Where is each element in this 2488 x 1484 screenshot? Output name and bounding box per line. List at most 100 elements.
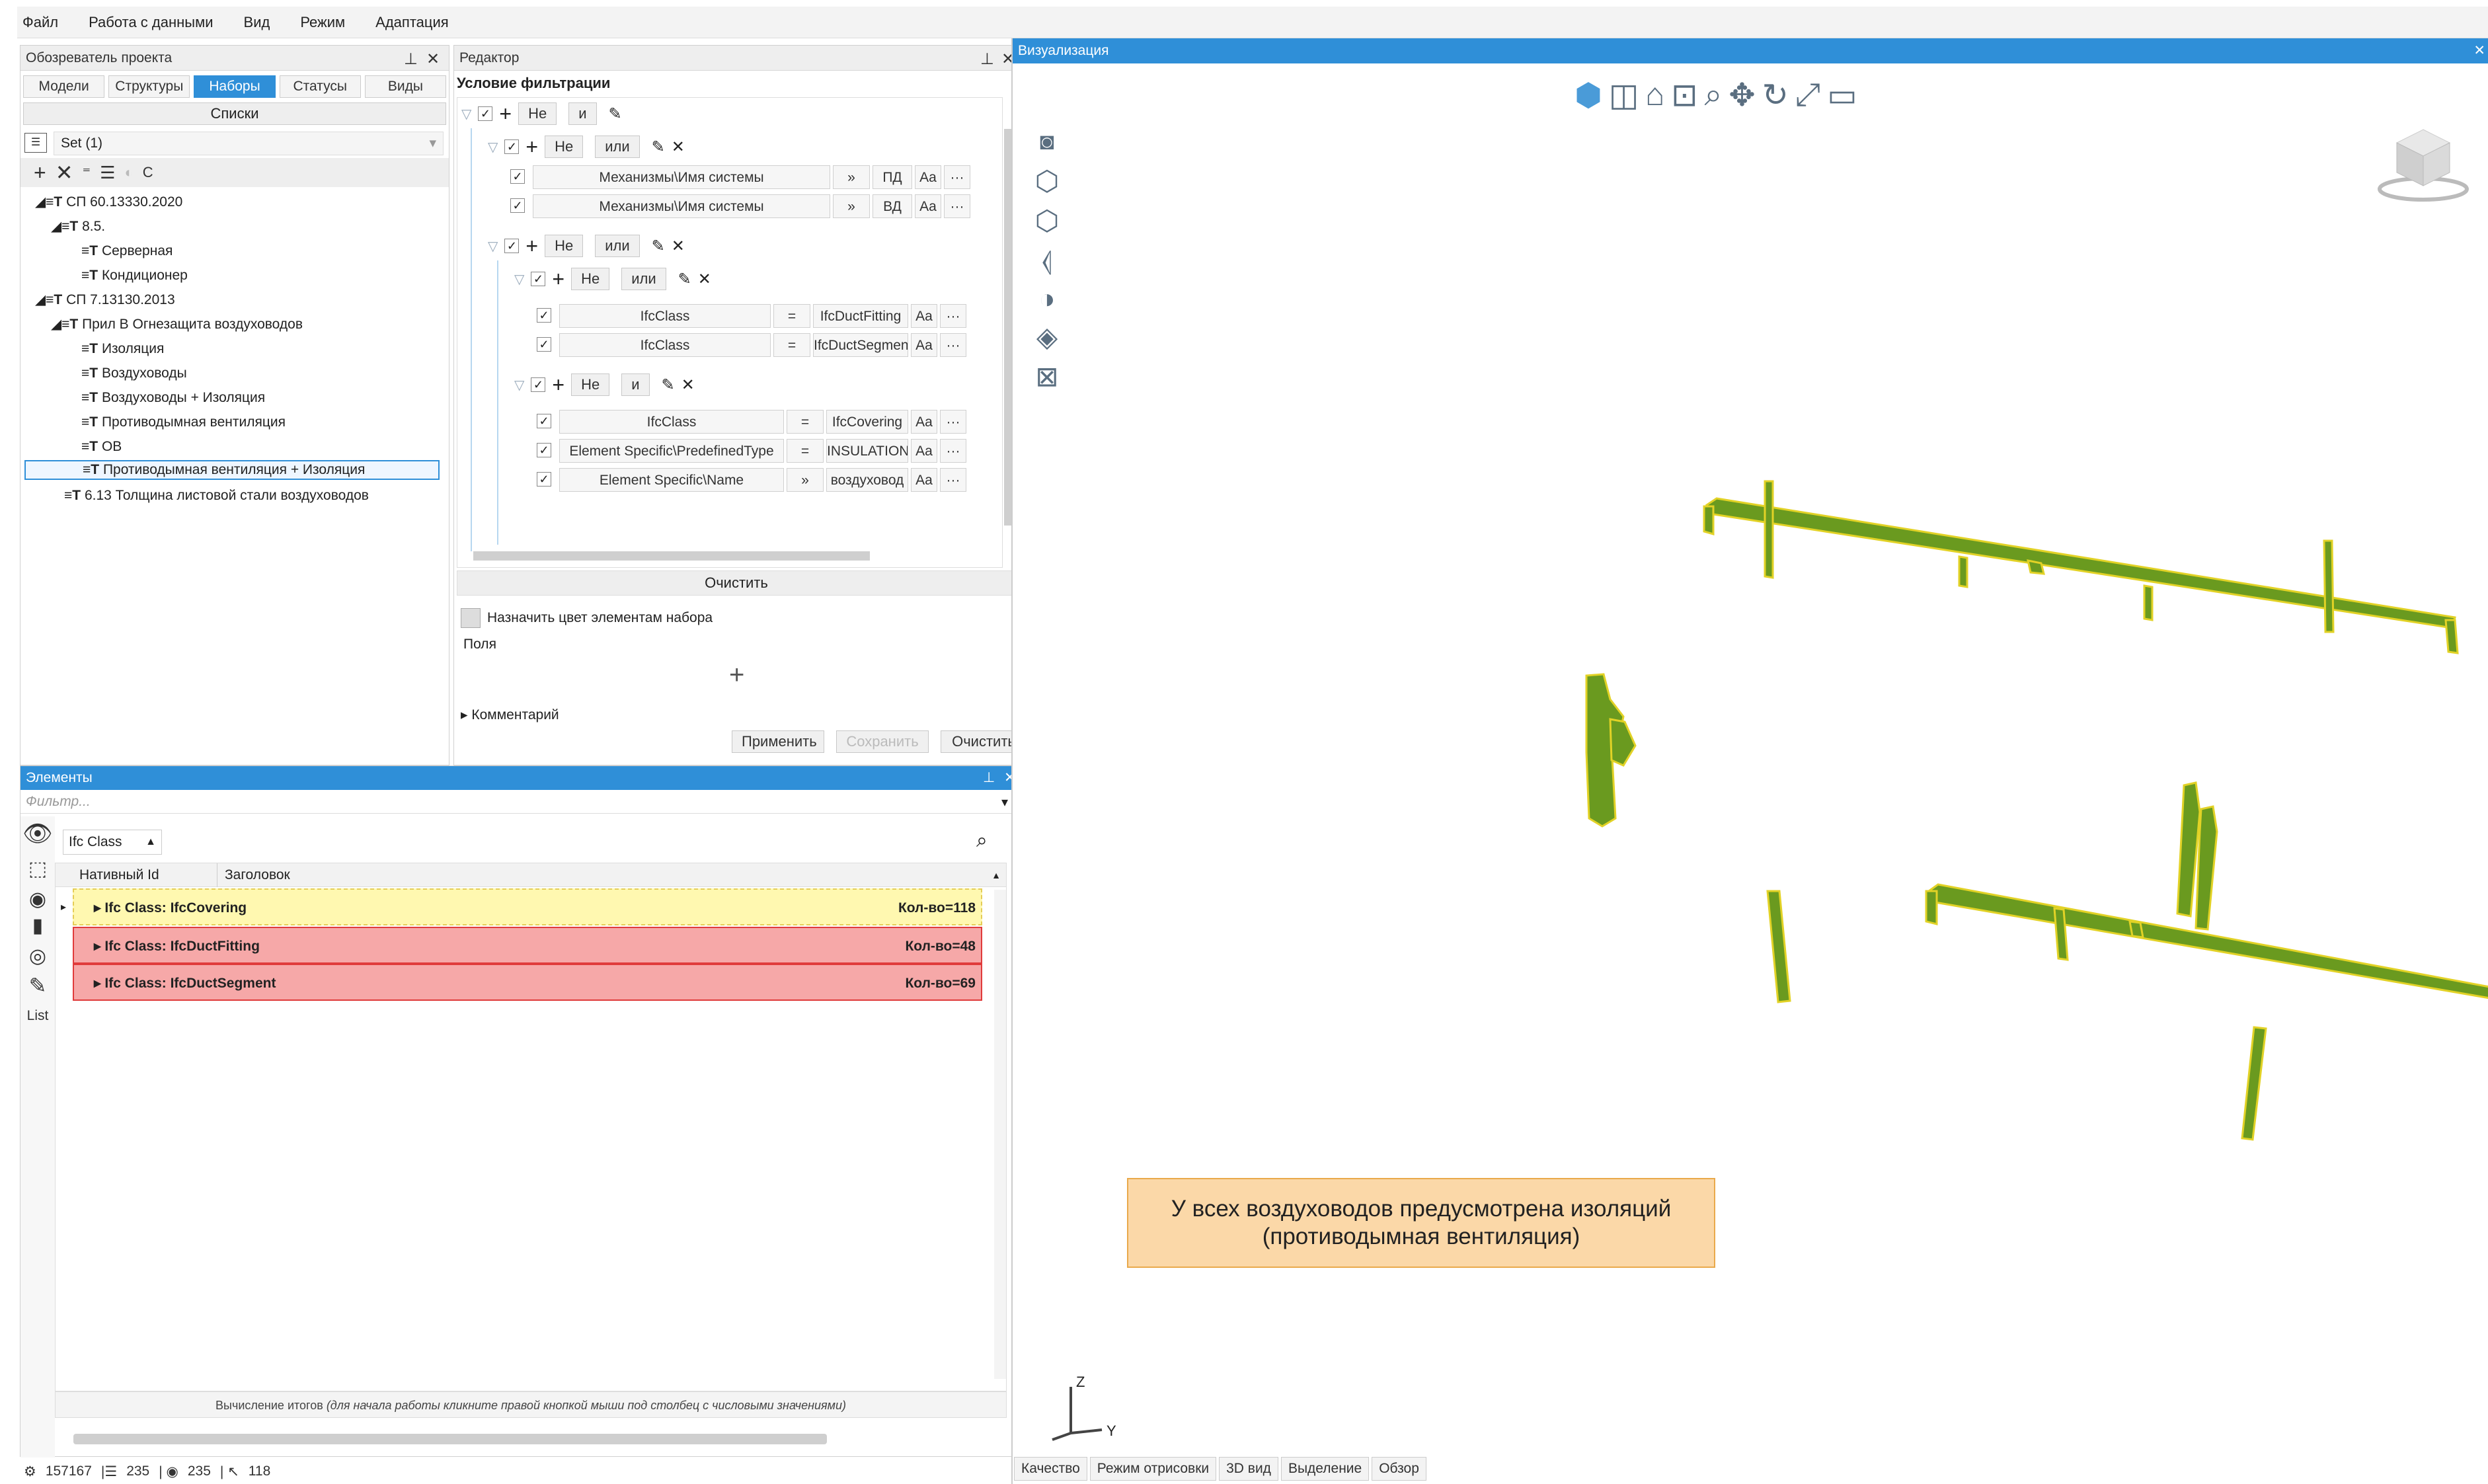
- collapse-icon[interactable]: ▽: [461, 106, 471, 122]
- table-row[interactable]: ▸ Ifc Class: IfcDuctFitting Кол-во=48: [73, 927, 982, 964]
- more-cell[interactable]: ···: [944, 165, 970, 189]
- close-icon[interactable]: ✕: [426, 50, 440, 69]
- tab-selection[interactable]: Выделение: [1280, 1457, 1370, 1481]
- collapse-icon[interactable]: ▽: [488, 238, 498, 254]
- tree-node[interactable]: ≡T Изоляция: [81, 339, 164, 359]
- row-checkbox[interactable]: ✓: [537, 308, 551, 323]
- row-checkbox[interactable]: ✓: [537, 443, 551, 457]
- tab-3d-view[interactable]: 3D вид: [1219, 1457, 1278, 1481]
- clipboard-icon[interactable]: ▮: [20, 909, 55, 943]
- field-cell[interactable]: Механизмы\Имя системы: [533, 194, 830, 218]
- op-cell[interactable]: =: [773, 304, 810, 328]
- and-button[interactable]: и: [621, 373, 650, 396]
- add-condition-icon[interactable]: +: [499, 102, 512, 126]
- more-cell[interactable]: ···: [940, 333, 966, 357]
- pin-icon[interactable]: ⊥: [980, 50, 994, 69]
- or-button[interactable]: или: [595, 136, 640, 158]
- menu-file[interactable]: Файл: [22, 14, 58, 31]
- field-cell[interactable]: Механизмы\Имя системы: [533, 165, 830, 189]
- list-label[interactable]: List: [20, 999, 55, 1033]
- group-checkbox[interactable]: ✓: [531, 377, 546, 392]
- case-cell[interactable]: Aa: [915, 194, 941, 218]
- tree-node[interactable]: ≡T Воздуховоды + Изоляция: [81, 388, 265, 408]
- row-checkbox[interactable]: ✓: [510, 198, 525, 213]
- group-checkbox[interactable]: ✓: [531, 272, 546, 286]
- tab-sets[interactable]: Наборы: [194, 75, 276, 98]
- value-cell[interactable]: ВД: [873, 194, 912, 218]
- group-checkbox[interactable]: ✓: [504, 139, 520, 154]
- group-checkbox[interactable]: ✓: [504, 239, 520, 253]
- edit-icon[interactable]: ✎: [652, 137, 665, 157]
- edit-icon[interactable]: ✎: [652, 237, 665, 256]
- table-vscrollbar[interactable]: [994, 890, 1006, 1379]
- delete-group-icon[interactable]: ✕: [672, 237, 685, 256]
- not-button[interactable]: Не: [571, 373, 610, 396]
- and-button[interactable]: и: [568, 102, 597, 125]
- menu-view[interactable]: Вид: [244, 14, 270, 31]
- search-icon[interactable]: ⌕: [976, 830, 988, 852]
- more-cell[interactable]: ···: [940, 468, 966, 492]
- collapse-icon[interactable]: ▽: [488, 139, 498, 155]
- more-cell[interactable]: ···: [940, 304, 966, 328]
- or-button[interactable]: или: [621, 268, 666, 290]
- sort-up-icon[interactable]: ▲: [991, 863, 1001, 887]
- add-condition-icon[interactable]: +: [525, 234, 538, 258]
- value-cell[interactable]: воздуховод: [826, 468, 908, 492]
- save-button[interactable]: Сохранить: [836, 730, 929, 753]
- not-button[interactable]: Не: [545, 136, 584, 158]
- color-swatch-icon[interactable]: [461, 608, 481, 628]
- collapse-icon[interactable]: ▽: [514, 377, 524, 393]
- edit-icon[interactable]: ✎: [662, 375, 675, 395]
- tab-structures[interactable]: Структуры: [108, 75, 190, 98]
- collapse-icon[interactable]: ▽: [514, 271, 524, 288]
- tab-quality[interactable]: Качество: [1014, 1457, 1087, 1481]
- op-cell[interactable]: »: [833, 165, 870, 189]
- expand-icon[interactable]: ▸: [461, 707, 468, 722]
- not-button[interactable]: Не: [518, 102, 557, 125]
- delete-group-icon[interactable]: ✕: [681, 375, 695, 395]
- add-condition-icon[interactable]: +: [552, 373, 564, 397]
- delete-group-icon[interactable]: ✕: [672, 137, 685, 157]
- field-cell[interactable]: IfcClass: [559, 333, 771, 357]
- delete-group-icon[interactable]: ✕: [698, 270, 711, 289]
- value-cell[interactable]: ПД: [873, 165, 912, 189]
- tree-node[interactable]: ◢≡T Прил В Огнезащита воздуховодов: [51, 315, 303, 334]
- tree-node[interactable]: ≡T Кондиционер: [81, 266, 188, 286]
- tab-render-mode[interactable]: Режим отрисовки: [1089, 1457, 1217, 1481]
- more-cell[interactable]: ···: [940, 439, 966, 463]
- tree-node[interactable]: ◢≡T СП 60.13330.2020: [35, 192, 182, 212]
- value-cell[interactable]: IfcDuctSegment: [813, 333, 908, 357]
- tree-node[interactable]: ≡T Противодымная вентиляция: [81, 412, 286, 432]
- field-cell[interactable]: IfcClass: [559, 304, 771, 328]
- comment-label[interactable]: Комментарий: [471, 707, 559, 722]
- clear-condition-button[interactable]: Очистить: [457, 570, 1016, 596]
- expand-all-icon[interactable]: ▸: [61, 900, 66, 914]
- case-cell[interactable]: Aa: [911, 333, 937, 357]
- tree-node[interactable]: ◢≡T 8.5.: [51, 217, 105, 237]
- tree-node[interactable]: ≡T 6.13 Толщина листовой стали воздухово…: [64, 486, 369, 506]
- add-condition-icon[interactable]: +: [552, 267, 564, 292]
- case-cell[interactable]: Aa: [911, 304, 937, 328]
- editor-hscrollbar[interactable]: [473, 551, 870, 561]
- op-cell[interactable]: =: [787, 410, 824, 434]
- menu-adapt[interactable]: Адаптация: [375, 14, 449, 31]
- add-filter-icon[interactable]: ⁼: [83, 163, 91, 182]
- pin-icon[interactable]: ⊥: [404, 50, 418, 69]
- table-hscrollbar[interactable]: [73, 1434, 827, 1444]
- tab-statuses[interactable]: Статусы: [279, 75, 361, 98]
- more-cell[interactable]: ···: [944, 194, 970, 218]
- tree-node[interactable]: ≡T Серверная: [81, 241, 173, 261]
- eye-icon[interactable]: 👁: [20, 816, 55, 851]
- set-selector[interactable]: Set (1) ▾: [54, 132, 444, 155]
- lists-button[interactable]: Списки: [23, 102, 446, 125]
- value-cell[interactable]: IfcDuctFitting: [813, 304, 908, 328]
- tab-overview[interactable]: Обзор: [1372, 1457, 1426, 1481]
- menu-mode[interactable]: Режим: [300, 14, 345, 31]
- tree-node[interactable]: ≡T Воздуховоды: [81, 364, 187, 383]
- row-checkbox[interactable]: ✓: [537, 337, 551, 352]
- add-condition-icon[interactable]: +: [525, 135, 538, 159]
- menu-data[interactable]: Работа с данными: [89, 14, 213, 31]
- edit-icon[interactable]: ✎: [609, 104, 622, 124]
- table-row[interactable]: ▸ Ifc Class: IfcDuctSegment Кол-во=69: [73, 964, 982, 1001]
- op-cell[interactable]: =: [773, 333, 810, 357]
